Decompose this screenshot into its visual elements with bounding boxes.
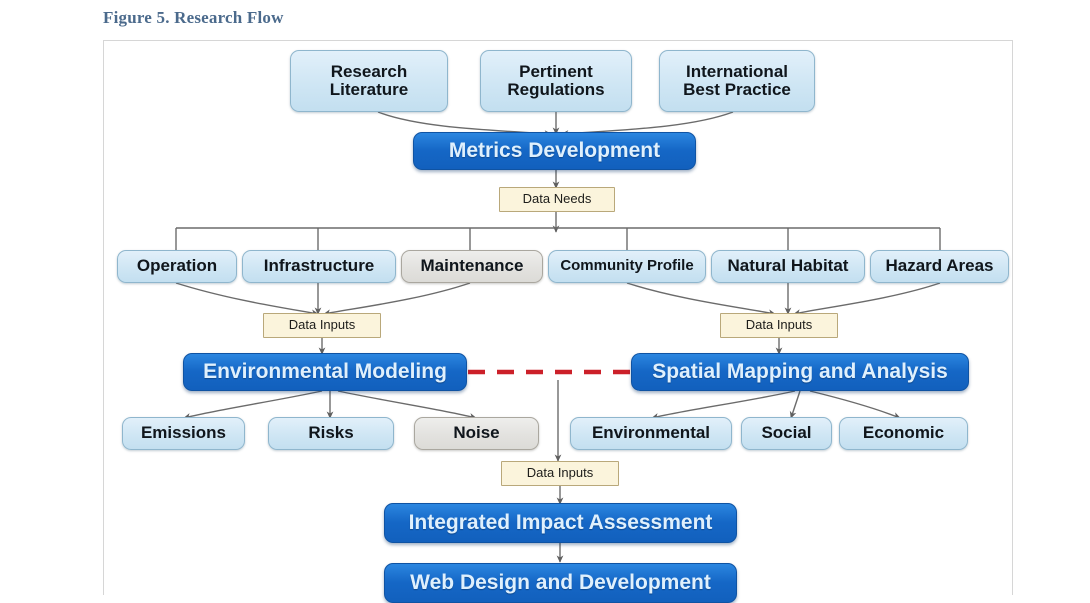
figure-title: Figure 5. Research Flow — [103, 8, 284, 27]
node-label: Infrastructure — [263, 256, 375, 276]
node-data-inputs-left[interactable]: Data Inputs — [263, 313, 381, 338]
node-maintenance[interactable]: Maintenance — [401, 250, 543, 283]
node-risks[interactable]: Risks — [268, 417, 394, 450]
node-community-profile[interactable]: Community Profile — [548, 250, 706, 283]
node-label: Emissions — [140, 423, 227, 443]
node-label: Data Needs — [522, 191, 592, 207]
node-label: Natural Habitat — [727, 256, 849, 276]
node-label: Operation — [136, 256, 218, 276]
node-integrated-impact-assessment[interactable]: Integrated Impact Assessment — [384, 503, 737, 543]
node-label: Metrics Development — [448, 138, 661, 162]
node-label: Data Inputs — [288, 317, 356, 333]
node-data-needs[interactable]: Data Needs — [499, 187, 615, 212]
node-environmental-modeling[interactable]: Environmental Modeling — [183, 353, 467, 391]
node-label: Risks — [308, 423, 354, 443]
node-operation[interactable]: Operation — [117, 250, 237, 283]
node-hazard-areas[interactable]: Hazard Areas — [870, 250, 1009, 283]
node-pertinent-regulations[interactable]: Pertinent Regulations — [480, 50, 632, 112]
node-economic[interactable]: Economic — [839, 417, 968, 450]
figure-container: Figure 5. Research Flow Research Literat… — [0, 0, 1090, 603]
node-label: Integrated Impact Assessment — [408, 510, 713, 534]
node-spatial-mapping-and-analysis[interactable]: Spatial Mapping and Analysis — [631, 353, 969, 391]
node-label: Environmental Modeling — [203, 359, 447, 383]
node-label: Maintenance — [420, 256, 524, 276]
node-metrics-development[interactable]: Metrics Development — [413, 132, 696, 170]
node-label: Noise — [453, 423, 500, 443]
node-label: Economic — [862, 423, 945, 443]
node-label: Social — [761, 423, 812, 443]
node-label: Environmental — [591, 423, 711, 443]
node-environmental[interactable]: Environmental — [570, 417, 732, 450]
node-label: Data Inputs — [526, 465, 594, 481]
node-natural-habitat[interactable]: Natural Habitat — [711, 250, 865, 283]
node-label: International Best Practice — [683, 61, 791, 99]
node-label: Web Design and Development — [410, 570, 711, 594]
node-label: Research Literature — [329, 61, 409, 99]
node-emissions[interactable]: Emissions — [122, 417, 245, 450]
node-web-design-and-development[interactable]: Web Design and Development — [384, 563, 737, 603]
node-infrastructure[interactable]: Infrastructure — [242, 250, 396, 283]
node-label: Hazard Areas — [885, 256, 994, 276]
node-data-inputs-bottom[interactable]: Data Inputs — [501, 461, 619, 486]
node-research-literature[interactable]: Research Literature — [290, 50, 448, 112]
node-social[interactable]: Social — [741, 417, 832, 450]
node-international-best-practice[interactable]: International Best Practice — [659, 50, 815, 112]
node-data-inputs-right[interactable]: Data Inputs — [720, 313, 838, 338]
node-noise[interactable]: Noise — [414, 417, 539, 450]
node-label: Community Profile — [560, 257, 694, 275]
node-label: Pertinent Regulations — [507, 61, 605, 99]
node-label: Spatial Mapping and Analysis — [652, 359, 948, 383]
node-label: Data Inputs — [745, 317, 813, 333]
